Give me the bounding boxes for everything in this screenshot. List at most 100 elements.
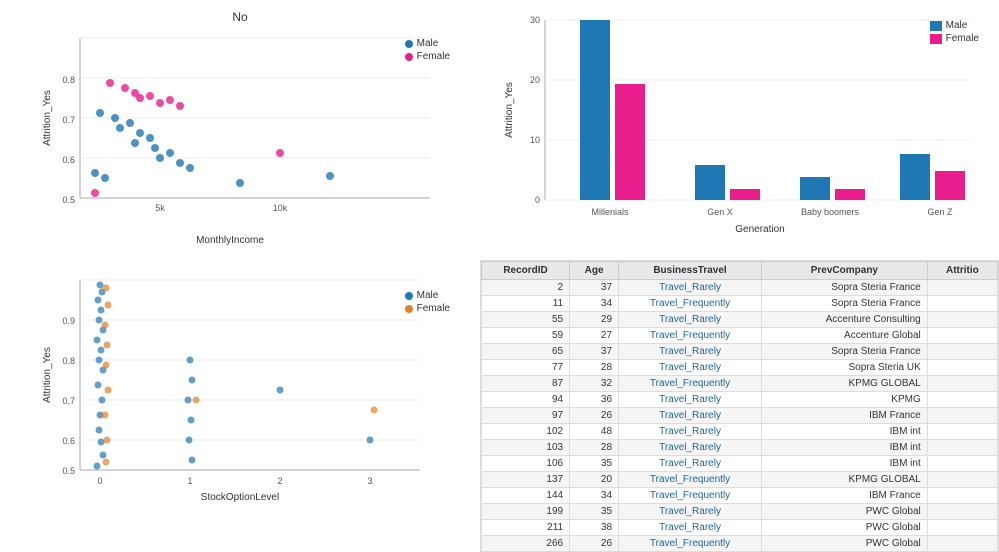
table-cell: 29 (570, 312, 619, 328)
table-cell: PWC Global (762, 504, 928, 520)
table-cell: IBM int (762, 424, 928, 440)
table-row: 8732Travel_FrequentlyKPMG GLOBAL (482, 376, 998, 392)
table-row: 237Travel_RarelySopra Steria France (482, 280, 998, 296)
table-row: 9436Travel_RarelyKPMG (482, 392, 998, 408)
table-cell: Accenture Global (762, 328, 928, 344)
svg-text:10k: 10k (273, 203, 288, 213)
svg-text:Millenials: Millenials (591, 207, 629, 217)
table-cell (927, 424, 997, 440)
table-cell: 37 (570, 280, 619, 296)
table-cell: Travel_Rarely (619, 392, 762, 408)
table-cell (927, 312, 997, 328)
svg-text:Gen Z: Gen Z (927, 207, 953, 217)
table-cell: 38 (570, 520, 619, 536)
svg-text:StockOptionLevel: StockOptionLevel (201, 492, 279, 503)
data-table: RecordID Age BusinessTravel PrevCompany … (481, 261, 998, 552)
table-cell: 106 (482, 456, 570, 472)
table-cell: Travel_Frequently (619, 376, 762, 392)
table-cell: 34 (570, 488, 619, 504)
table-cell: Travel_Frequently (619, 536, 762, 552)
svg-text:Generation: Generation (735, 224, 784, 235)
svg-text:Attrition_Yes: Attrition_Yes (504, 82, 515, 138)
svg-text:0.8: 0.8 (62, 75, 75, 85)
col-age: Age (570, 262, 619, 280)
table-cell: PWC Global (762, 520, 928, 536)
svg-text:0: 0 (535, 195, 540, 205)
svg-text:0.9: 0.9 (62, 316, 75, 326)
svg-text:30: 30 (530, 15, 540, 25)
table-cell: 77 (482, 360, 570, 376)
table-cell: 137 (482, 472, 570, 488)
table-cell: 37 (570, 344, 619, 360)
svg-text:20: 20 (530, 75, 540, 85)
table-cell: 26 (570, 536, 619, 552)
table-cell: 94 (482, 392, 570, 408)
table-cell (927, 296, 997, 312)
table-cell: 103 (482, 440, 570, 456)
table-cell: 11 (482, 296, 570, 312)
table-cell: 97 (482, 408, 570, 424)
scatter1-xlabel: MonthlyIncome (196, 235, 264, 246)
table-cell: 199 (482, 504, 570, 520)
table-cell: Sopra Steria France (762, 344, 928, 360)
scatter1-area: Male Female 0.5 0.6 0.7 0 (10, 28, 470, 248)
svg-text:2: 2 (277, 476, 282, 486)
table-cell: IBM France (762, 408, 928, 424)
col-prev-company: PrevCompany (762, 262, 928, 280)
table-cell: 20 (570, 472, 619, 488)
table-cell (927, 280, 997, 296)
table-row: 9726Travel_RarelyIBM France (482, 408, 998, 424)
table-cell: KPMG GLOBAL (762, 472, 928, 488)
barchart-svg: 0 10 20 30 Attrition_Yes (500, 10, 990, 240)
table-row: 19935Travel_RarelyPWC Global (482, 504, 998, 520)
table-cell: Travel_Rarely (619, 424, 762, 440)
svg-text:0.5: 0.5 (62, 195, 75, 205)
table-cell: 59 (482, 328, 570, 344)
table-row: 13720Travel_FrequentlyKPMG GLOBAL (482, 472, 998, 488)
table-cell (927, 344, 997, 360)
table-cell: 35 (570, 504, 619, 520)
table-cell (927, 376, 997, 392)
scatter2-svg: 0.5 0.6 0.7 0.8 0.9 0 1 2 3 StockOptionL… (40, 270, 480, 520)
table-cell: Travel_Frequently (619, 296, 762, 312)
col-record-id: RecordID (482, 262, 570, 280)
table-cell: 32 (570, 376, 619, 392)
table-cell: 34 (570, 296, 619, 312)
svg-text:0.8: 0.8 (62, 356, 75, 366)
table-cell: 266 (482, 536, 570, 552)
table-cell: 65 (482, 344, 570, 360)
table-cell: 144 (482, 488, 570, 504)
svg-text:Baby boomers: Baby boomers (801, 207, 860, 217)
table-cell: 211 (482, 520, 570, 536)
table-cell: Sopra Steria France (762, 280, 928, 296)
table-row: 1134Travel_FrequentlySopra Steria France (482, 296, 998, 312)
table-cell: 28 (570, 440, 619, 456)
table-row: 10328Travel_RarelyIBM int (482, 440, 998, 456)
table-row: 14434Travel_FrequentlyIBM France (482, 488, 998, 504)
svg-text:Attrition_Yes: Attrition_Yes (42, 347, 53, 403)
svg-text:Gen X: Gen X (707, 207, 733, 217)
scatter1-title: No (10, 10, 470, 24)
table-cell (927, 536, 997, 552)
scatter-plot-2: Male Female 0.5 0.6 0.7 (0, 260, 480, 552)
table-cell: Travel_Rarely (619, 280, 762, 296)
table-cell (927, 504, 997, 520)
table-cell: Travel_Rarely (619, 520, 762, 536)
data-table-panel: RecordID Age BusinessTravel PrevCompany … (480, 260, 999, 552)
svg-text:Attrition_Yes: Attrition_Yes (42, 90, 53, 146)
scatter2-area: Male Female 0.5 0.6 0.7 (10, 270, 470, 522)
table-cell: 48 (570, 424, 619, 440)
table-cell (927, 488, 997, 504)
table-cell: 36 (570, 392, 619, 408)
table-row: 5529Travel_RarelyAccenture Consulting (482, 312, 998, 328)
table-cell: PWC Global (762, 536, 928, 552)
scatter-plot-1: No Male Female (0, 0, 480, 260)
table-cell: IBM int (762, 456, 928, 472)
table-cell: Travel_Rarely (619, 504, 762, 520)
table-row: 7728Travel_RarelySopra Steria UK (482, 360, 998, 376)
table-cell: Travel_Frequently (619, 328, 762, 344)
col-business-travel: BusinessTravel (619, 262, 762, 280)
table-cell: Accenture Consulting (762, 312, 928, 328)
svg-text:0.6: 0.6 (62, 155, 75, 165)
table-cell: 28 (570, 360, 619, 376)
